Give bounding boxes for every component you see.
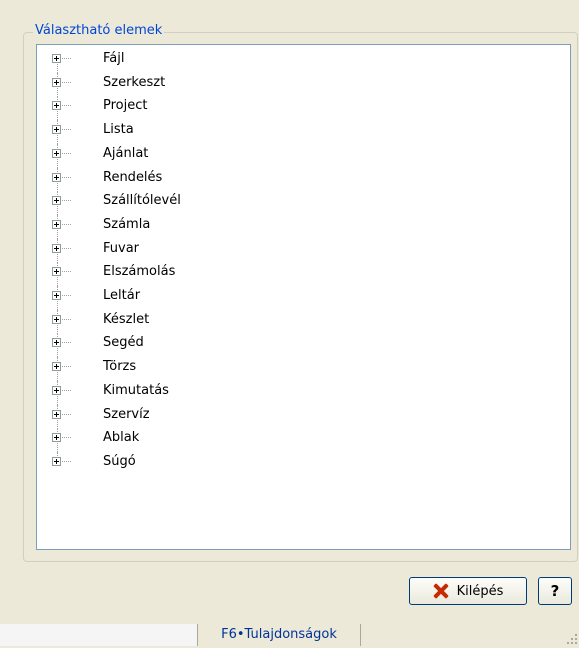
tree-branch-line	[62, 389, 71, 391]
exit-button-label: Kilépés	[456, 583, 504, 599]
tree-branch-line	[62, 58, 71, 59]
tree-branch-line	[62, 247, 71, 249]
tree-node-label: Számla	[103, 216, 151, 232]
expand-plus-icon[interactable]	[52, 456, 61, 466]
tree-node-label: Fájl	[103, 51, 125, 66]
tree-node-label: Súgó	[103, 453, 136, 469]
tree-node[interactable]: Ablak	[37, 428, 337, 453]
tree-node-label: Szerkeszt	[103, 74, 166, 90]
tree-branch-line	[62, 223, 71, 225]
status-hint: F6•Tulajdonságok	[198, 624, 361, 646]
expand-plus-icon[interactable]	[52, 385, 61, 395]
tree-view[interactable]: Fájl Szerkeszt Project Lista Ajánlat Rendelés…	[36, 44, 571, 550]
tree-node[interactable]: Segéd	[37, 333, 337, 358]
tree-node[interactable]: Fuvar	[37, 238, 337, 263]
tree-node[interactable]: Szerkeszt	[37, 72, 337, 97]
help-button-label: ?	[550, 582, 560, 600]
status-pane-left	[0, 624, 198, 646]
expand-plus-icon[interactable]	[52, 172, 61, 182]
tree-node[interactable]: Elszámolás	[37, 262, 337, 287]
tree-node-label: Ablak	[103, 430, 140, 446]
tree-node[interactable]: Számla	[37, 214, 337, 239]
expand-plus-icon[interactable]	[52, 338, 61, 348]
tree-branch-line	[62, 152, 71, 154]
expand-plus-icon[interactable]	[52, 291, 61, 300]
tree-node[interactable]: Fájl	[37, 49, 337, 73]
tree-node[interactable]: Készlet	[37, 309, 337, 334]
expand-plus-icon[interactable]	[52, 314, 61, 324]
tree-branch-line	[62, 460, 71, 462]
expand-plus-icon[interactable]	[52, 362, 61, 372]
tree-branch-line	[62, 271, 71, 273]
tree-node-label: Rendelés	[103, 169, 163, 185]
tree-node[interactable]: Törzs	[37, 357, 337, 382]
tree-branch-line	[62, 81, 71, 83]
close-x-icon	[433, 583, 449, 599]
tree-node-label: Törzs	[103, 359, 137, 375]
expand-plus-icon[interactable]	[52, 267, 61, 277]
expand-plus-icon[interactable]	[52, 219, 61, 229]
tree-branch-line	[62, 200, 71, 202]
tree-node-label: Elszámolás	[103, 264, 176, 280]
tree-branch-line	[62, 366, 71, 368]
status-pane-right	[361, 624, 579, 646]
tree-node[interactable]: Szállítólevél	[37, 191, 337, 216]
tree-branch-line	[62, 318, 71, 320]
tree-branch-line	[62, 437, 71, 439]
tree-node[interactable]: Ajánlat	[37, 143, 337, 168]
expand-plus-icon[interactable]	[52, 125, 61, 135]
exit-button[interactable]: Kilépés	[409, 577, 527, 605]
expand-plus-icon[interactable]	[52, 77, 61, 87]
tree-branch-line	[62, 342, 71, 344]
expand-plus-icon[interactable]	[52, 148, 61, 158]
resize-grip-icon[interactable]	[567, 634, 577, 644]
expand-plus-icon[interactable]	[52, 101, 61, 111]
expand-plus-icon[interactable]	[52, 409, 61, 419]
tree-node[interactable]: Súgó	[37, 451, 337, 472]
tree-node-label: Project	[103, 98, 148, 114]
tree-branch-line	[62, 129, 71, 131]
tree-branch-line	[62, 105, 71, 107]
tree-node[interactable]: Leltár	[37, 286, 337, 310]
tree-node-label: Szervíz	[103, 406, 150, 422]
expand-plus-icon[interactable]	[52, 54, 61, 63]
tree-branch-line	[62, 295, 71, 296]
expand-plus-icon[interactable]	[52, 243, 61, 253]
tree-node[interactable]: Lista	[37, 120, 337, 145]
tree-branch-line	[62, 176, 71, 178]
tree-node[interactable]: Rendelés	[37, 167, 337, 192]
tree-node-label: Segéd	[103, 335, 144, 351]
tree-node-label: Lista	[103, 122, 134, 138]
tree-node[interactable]: Project	[37, 96, 337, 121]
tree-node-label: Kimutatás	[103, 382, 169, 398]
tree-branch-line	[62, 413, 71, 415]
tree-node[interactable]: Szervíz	[37, 404, 337, 429]
tree-node-label: Szállítólevél	[103, 193, 181, 209]
group-title: Választható elemek	[33, 22, 165, 40]
tree-node-label: Fuvar	[103, 240, 140, 256]
tree-node[interactable]: Kimutatás	[37, 380, 337, 405]
help-button[interactable]: ?	[538, 577, 572, 605]
tree-node-label: Leltár	[103, 288, 141, 303]
expand-plus-icon[interactable]	[52, 196, 61, 206]
tree-node-label: Készlet	[103, 311, 150, 327]
status-bar: F6•Tulajdonságok	[0, 622, 579, 648]
tree-node-label: Ajánlat	[103, 145, 149, 161]
expand-plus-icon[interactable]	[52, 433, 61, 443]
